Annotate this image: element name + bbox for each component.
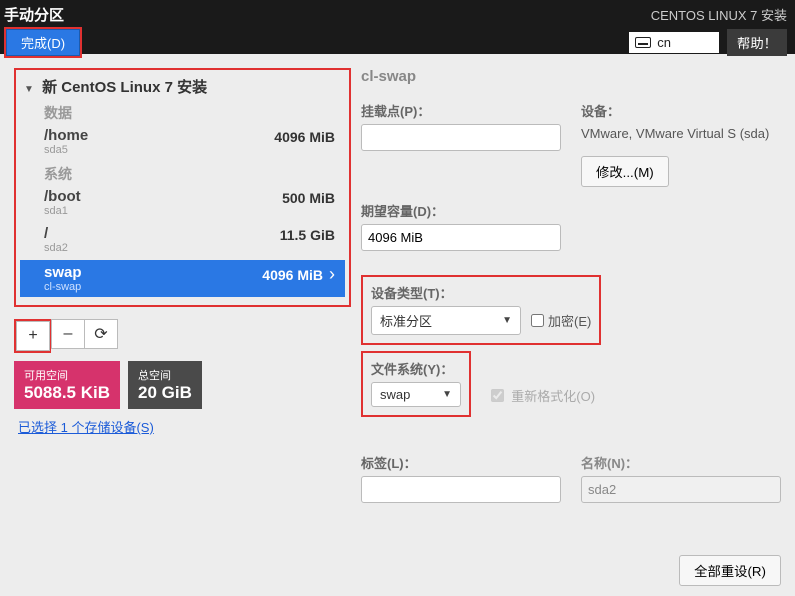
top-right: CENTOS LINUX 7 安装 cn 帮助！ <box>629 0 795 54</box>
partition-tree-highlight: ▼ 新 CentOS Linux 7 安装 数据 /homesda5 4096 … <box>14 68 351 307</box>
category-data: 数据 <box>20 101 345 125</box>
size-label: 11.5 GiB <box>280 225 335 243</box>
label-input[interactable] <box>361 476 561 503</box>
footer-bar: 全部重设(R) <box>679 555 781 586</box>
remove-partition-button[interactable]: – <box>51 319 85 349</box>
desired-capacity-label: 期望容量(D)： <box>361 201 781 220</box>
device-type-dropdown[interactable]: 标准分区 ▼ <box>371 306 521 335</box>
top-bar: 手动分区 完成(D) CENTOS LINUX 7 安装 cn 帮助！ <box>0 0 795 54</box>
top-left: 手动分区 完成(D) <box>0 0 82 54</box>
filesystem-label: 文件系统(Y)： <box>371 359 461 378</box>
size-label: 4096 MiB <box>274 127 335 145</box>
storage-devices-link[interactable]: 已选择 1 个存储设备(S) <box>14 417 154 436</box>
encrypt-label: 加密(E) <box>548 311 591 330</box>
filesystem-highlight: 文件系统(Y)： swap ▼ <box>361 351 471 417</box>
size-label: 4096 MiB <box>262 265 323 283</box>
partition-toolbar: + – ⟳ <box>14 319 351 353</box>
available-space-value: 5088.5 KiB <box>24 383 110 403</box>
devices-text: VMware, VMware Virtual S (sda) <box>581 124 781 144</box>
device-label: sda1 <box>44 205 81 217</box>
mountpoint-input[interactable] <box>361 124 561 151</box>
keyboard-layout-selector[interactable]: cn <box>629 32 719 53</box>
refresh-button[interactable]: ⟳ <box>84 319 118 349</box>
device-type-highlight: 设备类型(T)： 标准分区 ▼ 加密(E) <box>361 275 601 345</box>
add-partition-button[interactable]: + <box>16 321 50 351</box>
encrypt-checkbox[interactable] <box>531 314 544 327</box>
done-button[interactable]: 完成(D) <box>6 29 80 56</box>
filesystem-value: swap <box>380 387 410 402</box>
name-input <box>581 476 781 503</box>
desired-capacity-input[interactable] <box>361 224 561 251</box>
partition-row-boot[interactable]: /bootsda1 500 MiB <box>20 186 345 223</box>
mount-label: swap <box>44 264 82 281</box>
device-label: cl-swap <box>44 281 82 293</box>
partition-row-swap[interactable]: swapcl-swap 4096 MiB › <box>20 260 345 297</box>
keyboard-icon <box>635 37 651 48</box>
main-content: ▼ 新 CentOS Linux 7 安装 数据 /homesda5 4096 … <box>0 54 795 517</box>
size-label: 500 MiB <box>282 188 335 206</box>
reformat-checkbox <box>491 389 504 402</box>
chevron-right-icon: › <box>329 264 335 285</box>
modify-devices-button[interactable]: 修改...(M) <box>581 156 669 187</box>
name-label: 名称(N)： <box>581 453 781 472</box>
partition-detail-panel: cl-swap 挂载点(P)： 设备： VMware, VMware Virtu… <box>361 68 795 517</box>
available-space-box: 可用空间 5088.5 KiB <box>14 361 120 409</box>
tree-title: 新 CentOS Linux 7 安装 <box>42 79 207 96</box>
total-space-box: 总空间 20 GiB <box>128 361 202 409</box>
mount-label: / <box>44 225 68 242</box>
device-type-value: 标准分区 <box>380 311 432 330</box>
total-space-value: 20 GiB <box>138 383 192 403</box>
expand-icon: ▼ <box>24 84 34 95</box>
caret-down-icon: ▼ <box>442 389 452 400</box>
panel-title: cl-swap <box>361 68 781 85</box>
space-summary: 可用空间 5088.5 KiB 总空间 20 GiB <box>14 361 351 409</box>
reformat-label: 重新格式化(O) <box>511 389 595 404</box>
mount-label: /home <box>44 127 88 144</box>
partition-row-root[interactable]: /sda2 11.5 GiB <box>20 223 345 260</box>
device-label: sda5 <box>44 144 88 156</box>
page-title: 手动分区 <box>4 4 82 25</box>
total-space-label: 总空间 <box>138 367 192 383</box>
label-label: 标签(L)： <box>361 453 561 472</box>
caret-down-icon: ▼ <box>502 315 512 326</box>
reset-all-button[interactable]: 全部重设(R) <box>679 555 781 586</box>
tree-header[interactable]: ▼ 新 CentOS Linux 7 安装 <box>20 74 345 101</box>
available-space-label: 可用空间 <box>24 367 110 383</box>
filesystem-dropdown[interactable]: swap ▼ <box>371 382 461 407</box>
installer-title: CENTOS LINUX 7 安装 <box>629 5 787 24</box>
help-button[interactable]: 帮助！ <box>727 29 787 56</box>
devices-label: 设备： <box>581 101 781 120</box>
done-button-highlight: 完成(D) <box>4 27 82 58</box>
add-button-highlight: + <box>14 319 51 353</box>
partition-tree-column: ▼ 新 CentOS Linux 7 安装 数据 /homesda5 4096 … <box>14 68 351 517</box>
mount-label: /boot <box>44 188 81 205</box>
device-type-label: 设备类型(T)： <box>371 283 591 302</box>
locale-text: cn <box>657 35 671 50</box>
device-label: sda2 <box>44 242 68 254</box>
category-system: 系统 <box>20 162 345 186</box>
mountpoint-label: 挂载点(P)： <box>361 101 561 120</box>
partition-row-home[interactable]: /homesda5 4096 MiB <box>20 125 345 162</box>
